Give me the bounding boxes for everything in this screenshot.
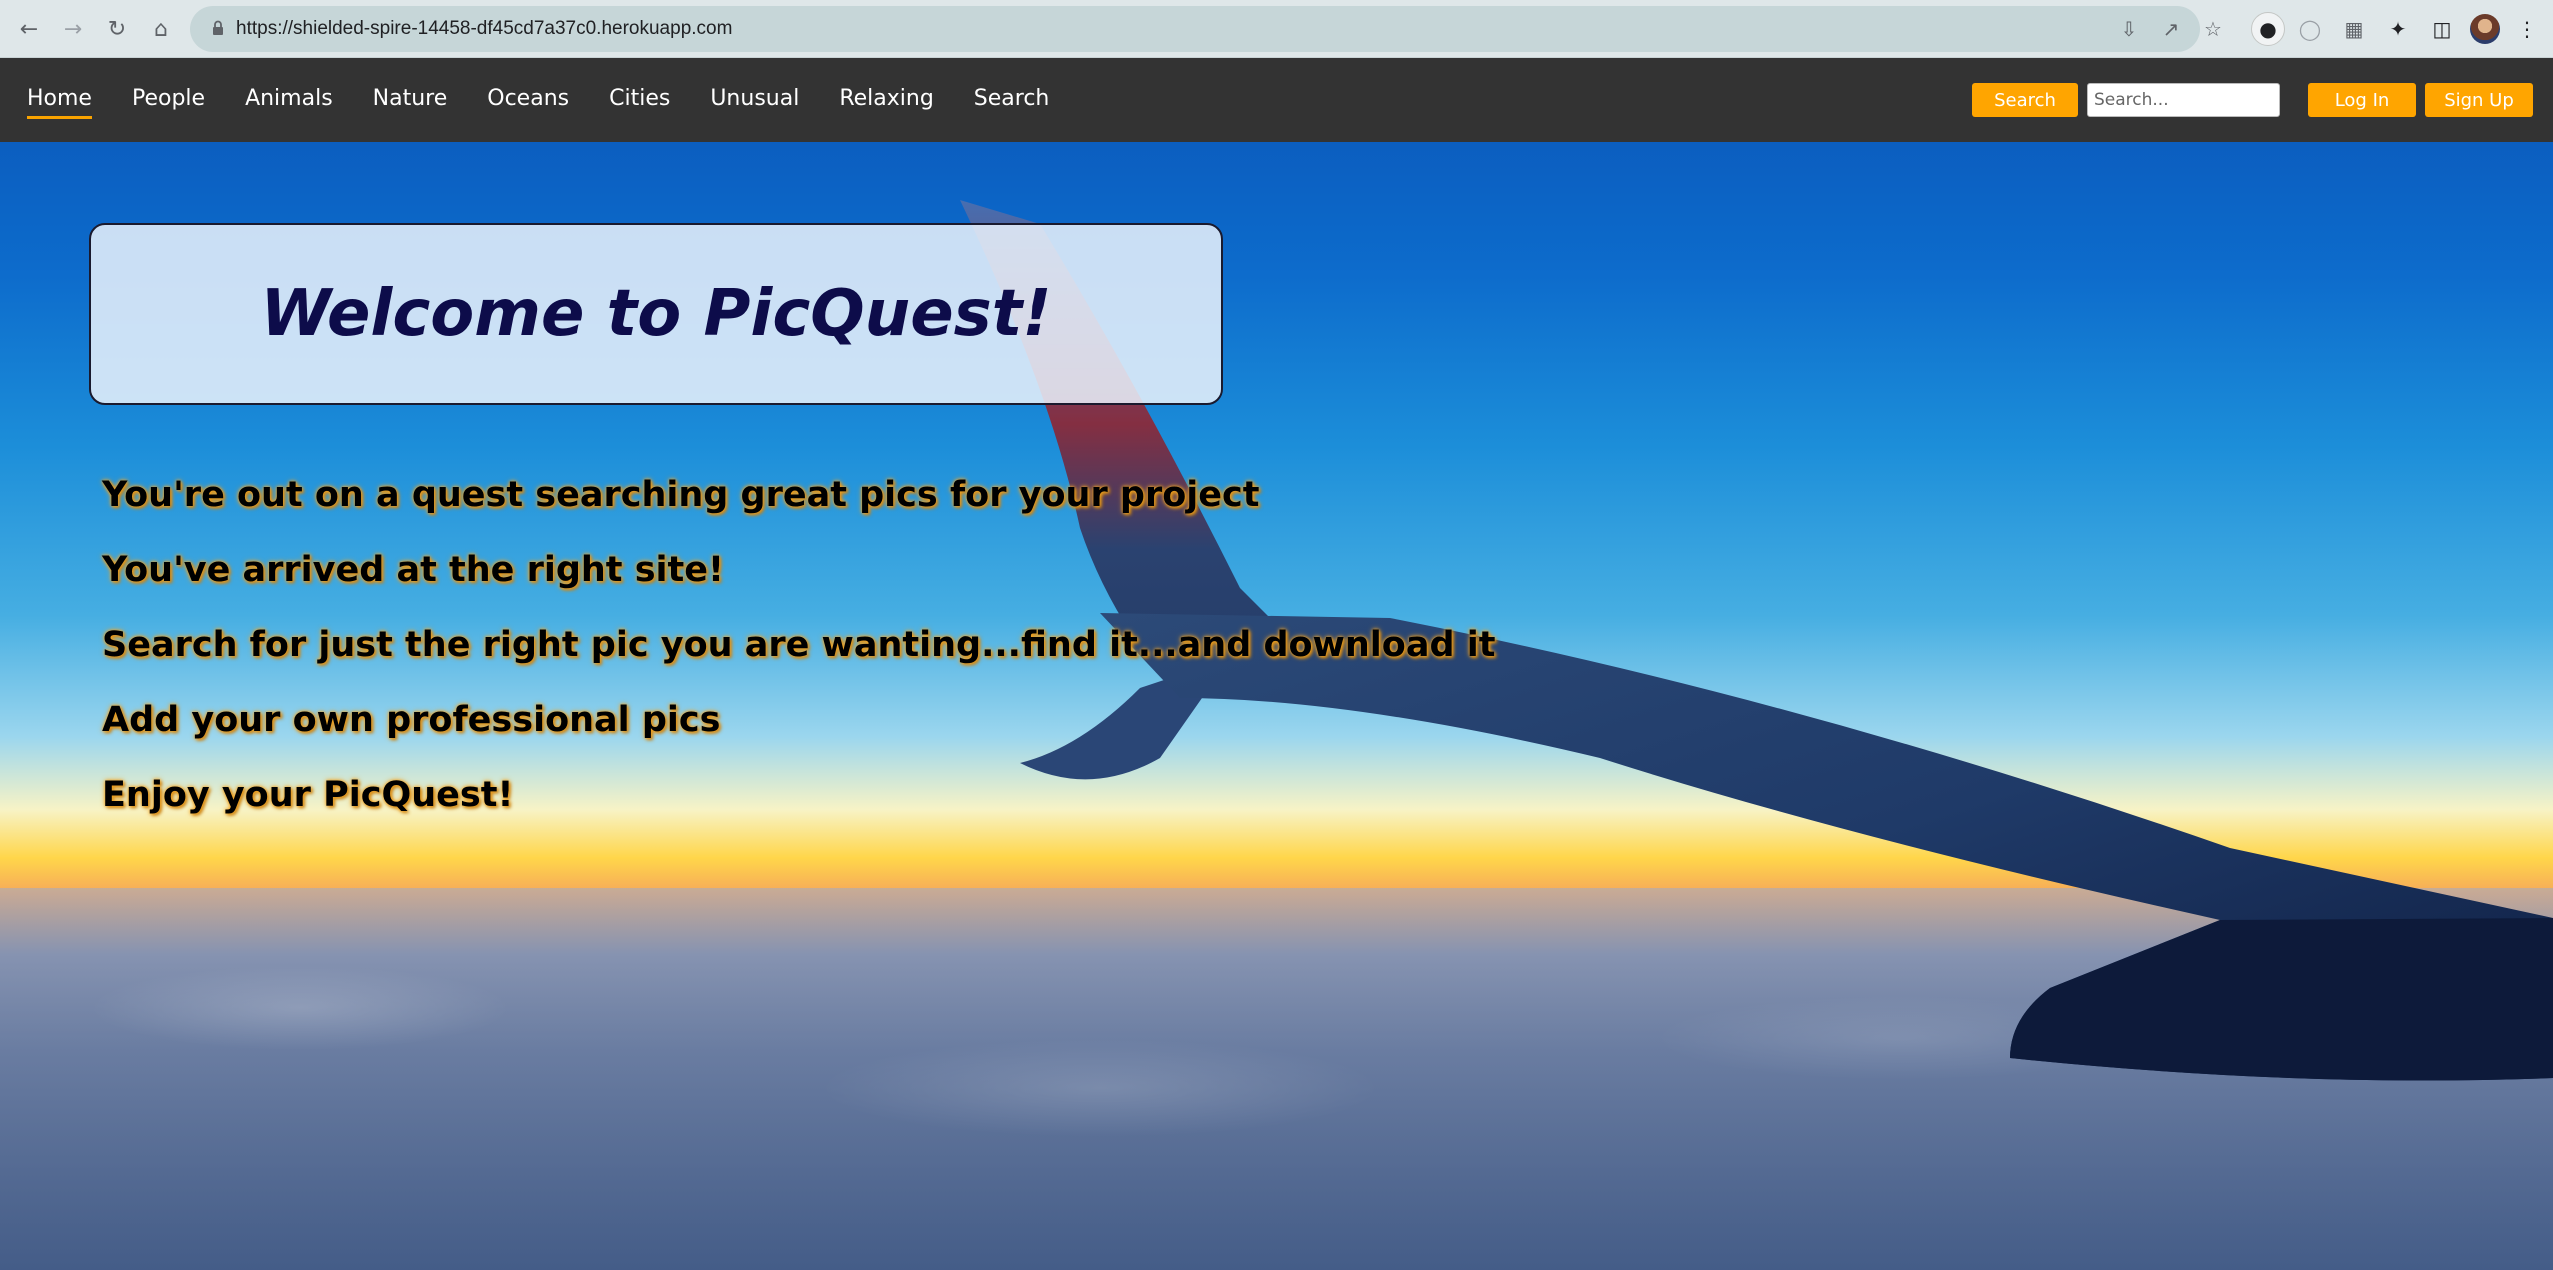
- login-button[interactable]: Log In: [2308, 83, 2416, 117]
- profile-avatar[interactable]: [2470, 14, 2500, 44]
- welcome-banner: Welcome to PicQuest!: [89, 223, 1223, 405]
- address-bar[interactable]: https://shielded-spire-14458-df45cd7a37c…: [190, 6, 2222, 52]
- forward-arrow-icon[interactable]: →: [58, 14, 88, 44]
- page-background: Home People Animals Nature Oceans Cities…: [0, 58, 2553, 1270]
- nav-unusual[interactable]: Unusual: [710, 86, 799, 115]
- intro-line: Add your own professional pics: [102, 700, 721, 740]
- install-icon[interactable]: ⇩: [2116, 16, 2142, 42]
- nav-relaxing[interactable]: Relaxing: [839, 86, 933, 115]
- nav-search[interactable]: Search: [974, 86, 1050, 115]
- home-icon[interactable]: ⌂: [146, 14, 176, 44]
- url-text: https://shielded-spire-14458-df45cd7a37c…: [236, 18, 733, 39]
- signup-button[interactable]: Sign Up: [2425, 83, 2533, 117]
- search-input[interactable]: [2087, 83, 2280, 117]
- extension-icon[interactable]: ●: [2251, 12, 2285, 46]
- nav-people[interactable]: People: [132, 86, 205, 115]
- nav-oceans[interactable]: Oceans: [487, 86, 569, 115]
- intro-line: You're out on a quest searching great pi…: [102, 475, 1260, 515]
- intro-line: Enjoy your PicQuest!: [102, 775, 514, 815]
- search-button[interactable]: Search: [1972, 83, 2078, 117]
- page-title: Welcome to PicQuest!: [260, 277, 1052, 351]
- intro-line: You've arrived at the right site!: [102, 550, 724, 590]
- intro-line: Search for just the right pic you are wa…: [102, 625, 1496, 665]
- nav-links: Home People Animals Nature Oceans Cities…: [27, 58, 1089, 142]
- bookmark-star-icon[interactable]: ☆: [2200, 16, 2226, 42]
- reload-icon[interactable]: ↻: [102, 14, 132, 44]
- browser-toolbar: ← → ↻ ⌂ https://shielded-spire-14458-df4…: [0, 0, 2553, 58]
- menu-icon[interactable]: ⋮: [2512, 14, 2542, 44]
- nav-nature[interactable]: Nature: [373, 86, 448, 115]
- nav-home[interactable]: Home: [27, 86, 92, 119]
- share-icon[interactable]: ↗: [2158, 16, 2184, 42]
- puzzle-icon[interactable]: ✦: [2383, 14, 2413, 44]
- site-navbar: Home People Animals Nature Oceans Cities…: [0, 58, 2553, 142]
- intro-text: You're out on a quest searching great pi…: [102, 458, 1495, 833]
- back-arrow-icon[interactable]: ←: [14, 14, 44, 44]
- calculator-icon[interactable]: ▦: [2339, 14, 2369, 44]
- nav-cities[interactable]: Cities: [609, 86, 670, 115]
- side-panel-icon[interactable]: ◫: [2427, 14, 2457, 44]
- extension-icon[interactable]: ◯: [2295, 14, 2325, 44]
- nav-animals[interactable]: Animals: [245, 86, 333, 115]
- lock-icon[interactable]: [212, 20, 224, 36]
